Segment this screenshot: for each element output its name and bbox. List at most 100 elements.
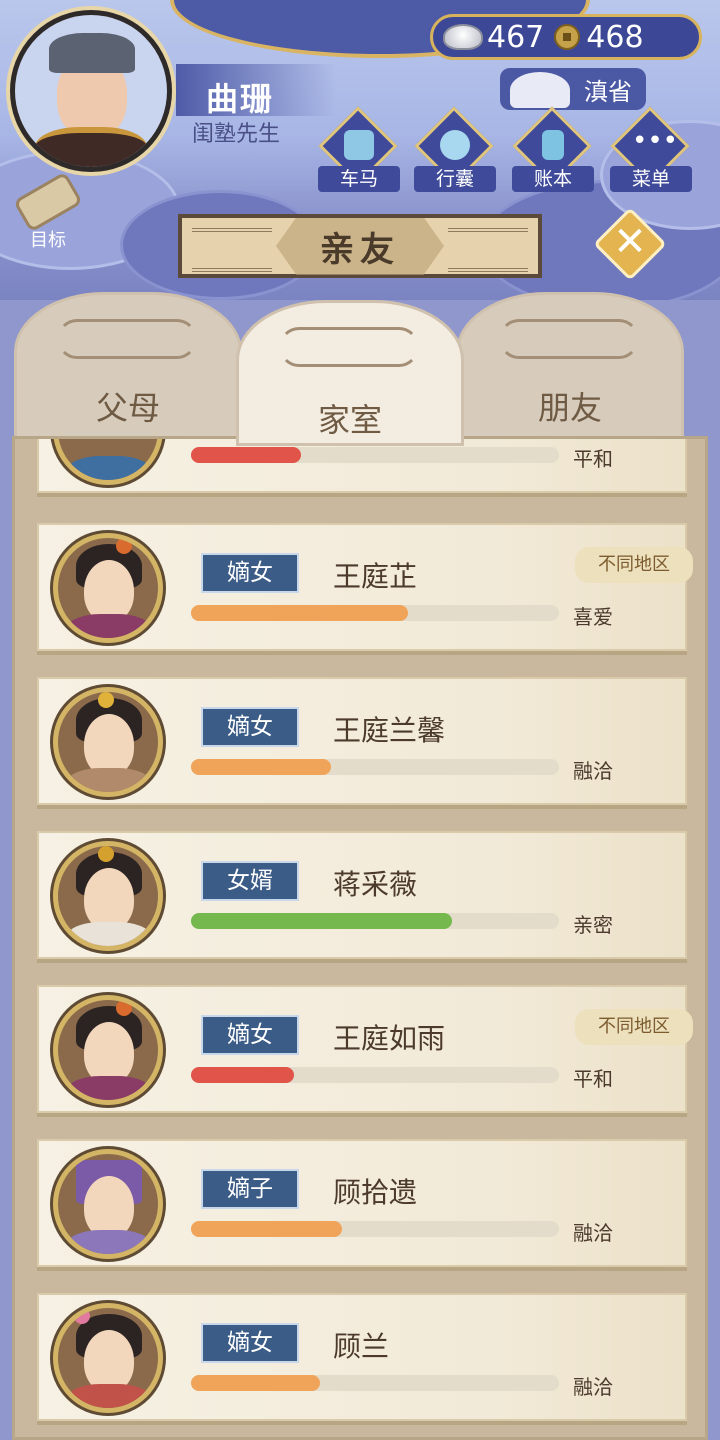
relation-status: 平和	[573, 447, 613, 471]
role-tag: 嫡女	[201, 707, 299, 747]
affinity-bar-fill	[191, 913, 453, 929]
member-avatar	[53, 1303, 163, 1413]
currency-bar: 467 468	[430, 14, 702, 60]
menu-button[interactable]: ••• 菜单	[610, 106, 692, 192]
province-button[interactable]: 滇省	[500, 68, 646, 110]
goal-label: 目标	[30, 230, 66, 251]
relation-status: 平和	[573, 1067, 613, 1091]
gold-coin-icon	[554, 24, 581, 50]
face	[84, 1330, 134, 1392]
tab-label: 家室	[317, 401, 382, 439]
face	[84, 560, 134, 622]
role-tag: 嫡女	[201, 1015, 299, 1055]
hair-ornament	[74, 1308, 90, 1324]
bag-icon	[440, 130, 470, 160]
face	[84, 1022, 134, 1084]
affinity-bar-fill	[191, 1221, 342, 1237]
gold-amount: 468	[586, 19, 644, 55]
ledger-button[interactable]: 账本	[512, 106, 594, 192]
member-avatar	[53, 995, 163, 1105]
section-banner: 亲友	[178, 214, 542, 278]
region-badge: 不同地区	[575, 547, 693, 583]
cloud-swirl-ornament	[57, 319, 197, 359]
robe	[66, 614, 152, 638]
affinity-bar-fill	[191, 447, 302, 463]
menu-dots-icon: •••	[632, 126, 679, 156]
close-icon[interactable]: ✕	[604, 216, 656, 268]
member-avatar	[53, 841, 163, 951]
relation-status: 融洽	[573, 1221, 613, 1245]
list-item[interactable]: 女婿 蒋采薇 亲密	[37, 831, 687, 959]
ledger-icon	[542, 130, 564, 160]
role-tag: 嫡子	[201, 1169, 299, 1209]
robe	[66, 922, 152, 946]
list-item[interactable]: 嫡子 顾拾遗 融洽	[37, 1139, 687, 1267]
list-item[interactable]: 嫡女 王庭芷 不同地区 喜爱	[37, 523, 693, 651]
silver-amount: 467	[487, 19, 545, 55]
robe	[66, 1384, 152, 1408]
region-badge: 不同地区	[575, 1009, 693, 1045]
affinity-bar	[191, 1067, 559, 1083]
affinity-bar-fill	[191, 759, 331, 775]
silver-ingot-icon	[443, 24, 483, 50]
member-name: 顾兰	[333, 1330, 390, 1363]
cloud-swirl-ornament	[499, 319, 639, 359]
relation-status: 亲密	[573, 913, 613, 937]
carriage-label: 车马	[318, 166, 400, 192]
relation-status: 喜爱	[573, 605, 613, 629]
hair-ornament	[116, 1000, 132, 1016]
carriage-button[interactable]: 车马	[318, 106, 400, 192]
member-avatar	[53, 1149, 163, 1259]
affinity-bar	[191, 605, 559, 621]
relation-status: 融洽	[573, 759, 613, 783]
robe	[66, 768, 152, 792]
banner-title: 亲友	[276, 217, 444, 275]
face	[84, 1176, 134, 1238]
menu-label: 菜单	[610, 166, 692, 192]
robe	[66, 1076, 152, 1100]
member-name: 蒋采薇	[333, 868, 418, 901]
role-tag: 嫡女	[201, 553, 299, 593]
tab-label: 父母	[95, 389, 160, 427]
affinity-bar-fill	[191, 1375, 320, 1391]
member-name: 王庭兰馨	[333, 714, 446, 747]
list-item[interactable]: 嫡女 王庭如雨 不同地区 平和	[37, 985, 693, 1113]
role-tag: 女婿	[201, 861, 299, 901]
bag-button[interactable]: 行囊	[414, 106, 496, 192]
list-item[interactable]: 嫡女 顾兰 融洽	[37, 1293, 687, 1421]
member-name: 顾拾遗	[333, 1176, 418, 1209]
player-name: 曲珊	[206, 80, 275, 118]
family-list[interactable]: 平和 嫡女 王庭芷 不同地区 喜爱 嫡女 王庭兰馨 融洽 女婿 蒋采薇 亲密 嫡…	[12, 436, 708, 1440]
role-tag: 嫡女	[201, 1323, 299, 1363]
tab-friends[interactable]: 朋友	[456, 292, 684, 442]
player-avatar[interactable]	[10, 10, 172, 172]
affinity-bar	[191, 447, 559, 463]
bag-label: 行囊	[414, 166, 496, 192]
affinity-bar-fill	[191, 1067, 295, 1083]
player-hat	[49, 33, 135, 73]
player-robe	[35, 127, 147, 167]
goal-button[interactable]: 目标	[10, 171, 83, 251]
affinity-bar	[191, 1375, 559, 1391]
robe	[66, 456, 152, 480]
face	[84, 868, 134, 930]
tab-parents[interactable]: 父母	[14, 292, 242, 442]
map-icon	[510, 72, 570, 108]
affinity-bar	[191, 759, 559, 775]
ledger-label: 账本	[512, 166, 594, 192]
hair-ornament	[98, 846, 114, 862]
carriage-icon	[344, 130, 374, 160]
member-avatar	[53, 533, 163, 643]
member-name: 王庭如雨	[333, 1022, 446, 1055]
player-title: 闺塾先生	[192, 122, 281, 147]
relation-status: 融洽	[573, 1375, 613, 1399]
list-item[interactable]: 嫡女 王庭兰馨 融洽	[37, 677, 687, 805]
tab-family[interactable]: 家室	[236, 300, 464, 446]
hair-ornament	[98, 692, 114, 708]
affinity-bar	[191, 1221, 559, 1237]
tab-label: 朋友	[537, 389, 602, 427]
hair-ornament	[116, 538, 132, 554]
face	[84, 714, 134, 776]
affinity-bar	[191, 913, 559, 929]
cloud-swirl-ornament	[279, 327, 419, 367]
